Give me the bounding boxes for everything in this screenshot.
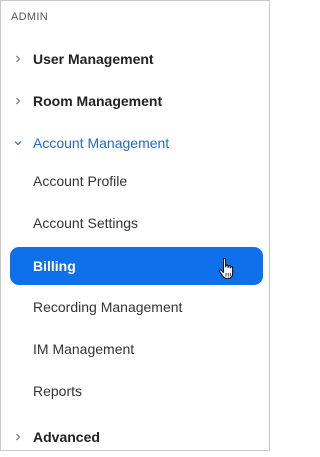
nav-item-room-management[interactable]: Room Management [1, 81, 269, 121]
nav-item-reports[interactable]: Reports [1, 371, 269, 411]
nav-item-advanced[interactable]: Advanced [1, 417, 269, 457]
nav-item-label: Recording Management [33, 299, 183, 315]
nav-item-account-settings[interactable]: Account Settings [1, 203, 269, 243]
nav-item-label: Room Management [33, 93, 163, 109]
nav-item-user-management[interactable]: User Management [1, 39, 269, 79]
nav-item-im-management[interactable]: IM Management [1, 329, 269, 369]
nav-item-label: IM Management [33, 341, 135, 357]
nav-item-label: Reports [33, 383, 83, 399]
hand-pointer-icon [218, 257, 234, 279]
nav-item-label: Billing [33, 258, 76, 274]
chevron-right-icon [14, 55, 22, 63]
admin-sidebar: ADMIN User Management Room Management Ac… [0, 0, 270, 451]
nav-item-label: Account Profile [33, 173, 128, 189]
section-title-admin: ADMIN [11, 11, 48, 23]
chevron-down-icon [14, 139, 22, 147]
nav-item-label: User Management [33, 51, 154, 67]
nav-item-label: Advanced [33, 429, 100, 445]
nav-item-recording-management[interactable]: Recording Management [1, 287, 269, 327]
nav-item-account-profile[interactable]: Account Profile [1, 161, 269, 201]
nav-item-account-management[interactable]: Account Management [1, 123, 269, 163]
nav-item-label: Account Management [33, 135, 170, 151]
nav-item-label: Account Settings [33, 215, 139, 231]
chevron-right-icon [14, 97, 22, 105]
chevron-right-icon [14, 433, 22, 441]
